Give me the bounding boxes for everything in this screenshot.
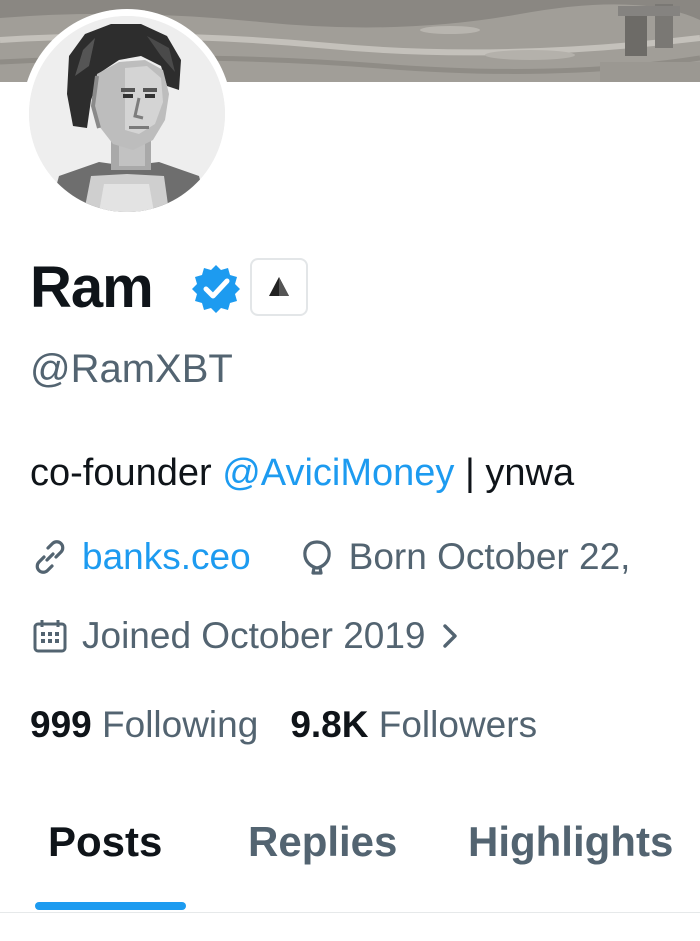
- active-tab-indicator: [35, 902, 186, 910]
- website-link[interactable]: banks.ceo: [82, 533, 251, 581]
- handle: @RamXBT: [30, 347, 233, 391]
- following-count: 999: [30, 704, 92, 745]
- following-label: Following: [102, 704, 259, 745]
- bio-text: co-founder: [30, 452, 223, 494]
- following-link[interactable]: 999 Following: [30, 704, 258, 745]
- balloon-icon: [297, 537, 337, 577]
- tab-replies[interactable]: Replies: [248, 818, 397, 866]
- avici-logo-icon[interactable]: [250, 258, 308, 316]
- bio: co-founder @AviciMoney | ynwa: [30, 448, 574, 498]
- verified-badge-icon[interactable]: [190, 262, 242, 314]
- avatar[interactable]: [22, 9, 232, 219]
- profile-page: Ram @RamXBT co-founder @AviciMoney | ynw…: [0, 0, 700, 941]
- follow-stats: 999 Following 9.8K Followers: [30, 700, 537, 750]
- birthday-text: Born October 22,: [348, 536, 631, 577]
- tab-highlights[interactable]: Highlights: [468, 818, 673, 866]
- joined-row[interactable]: Joined October 2019: [30, 612, 476, 660]
- link-icon: [30, 537, 70, 577]
- followers-link[interactable]: 9.8K Followers: [290, 704, 537, 745]
- bio-text-suffix: | ynwa: [454, 452, 575, 494]
- chevron-right-icon: [438, 616, 464, 656]
- bio-mention-link[interactable]: @AviciMoney: [222, 452, 454, 494]
- followers-label: Followers: [378, 704, 538, 745]
- joined-text: Joined October 2019: [82, 615, 426, 656]
- profile-tabs: Posts Replies Highlights: [0, 800, 700, 913]
- followers-count: 9.8K: [290, 704, 369, 745]
- avatar-image: [29, 16, 225, 212]
- profile-meta-row: banks.ceo Born October 22,: [30, 533, 630, 581]
- calendar-icon: [30, 616, 70, 656]
- tab-posts[interactable]: Posts: [48, 818, 162, 866]
- display-name: Ram: [30, 255, 154, 320]
